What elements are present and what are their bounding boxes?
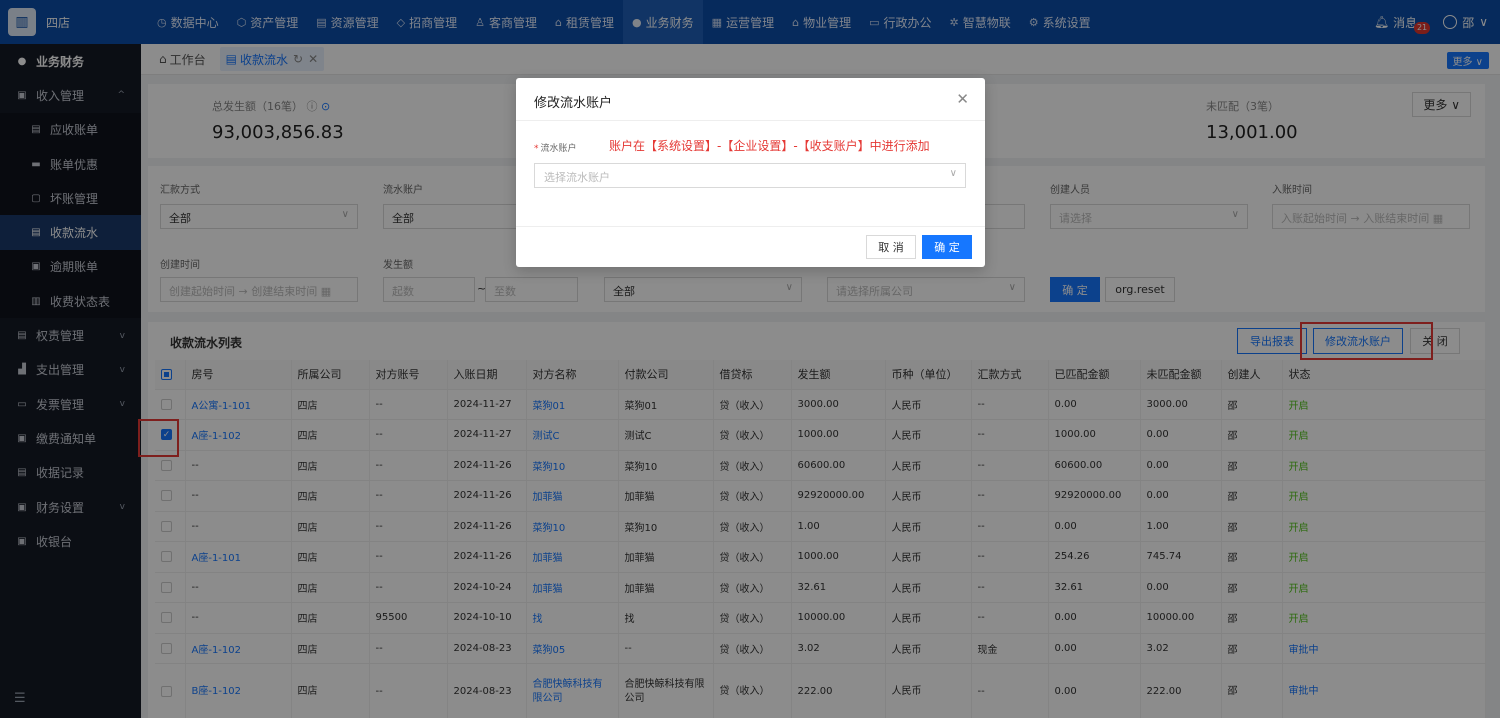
modify-account-dialog: 修改流水账户 ✕ * 流水账户 账户在【系统设置】-【企业设置】-【收支账户】中进…: [516, 78, 985, 267]
account-select[interactable]: 选择流水账户 ∨: [534, 163, 966, 188]
confirm-button[interactable]: 确 定: [922, 235, 972, 259]
chevron-down-icon: ∨: [949, 168, 957, 179]
divider: [516, 226, 985, 227]
account-field-label: * 流水账户: [534, 144, 577, 154]
cancel-button[interactable]: 取 消: [866, 235, 916, 259]
account-hint-text: 账户在【系统设置】-【企业设置】-【收支账户】中进行添加: [609, 139, 930, 153]
divider: [516, 120, 985, 121]
dialog-title: 修改流水账户: [534, 96, 613, 111]
close-icon[interactable]: ✕: [956, 90, 969, 108]
